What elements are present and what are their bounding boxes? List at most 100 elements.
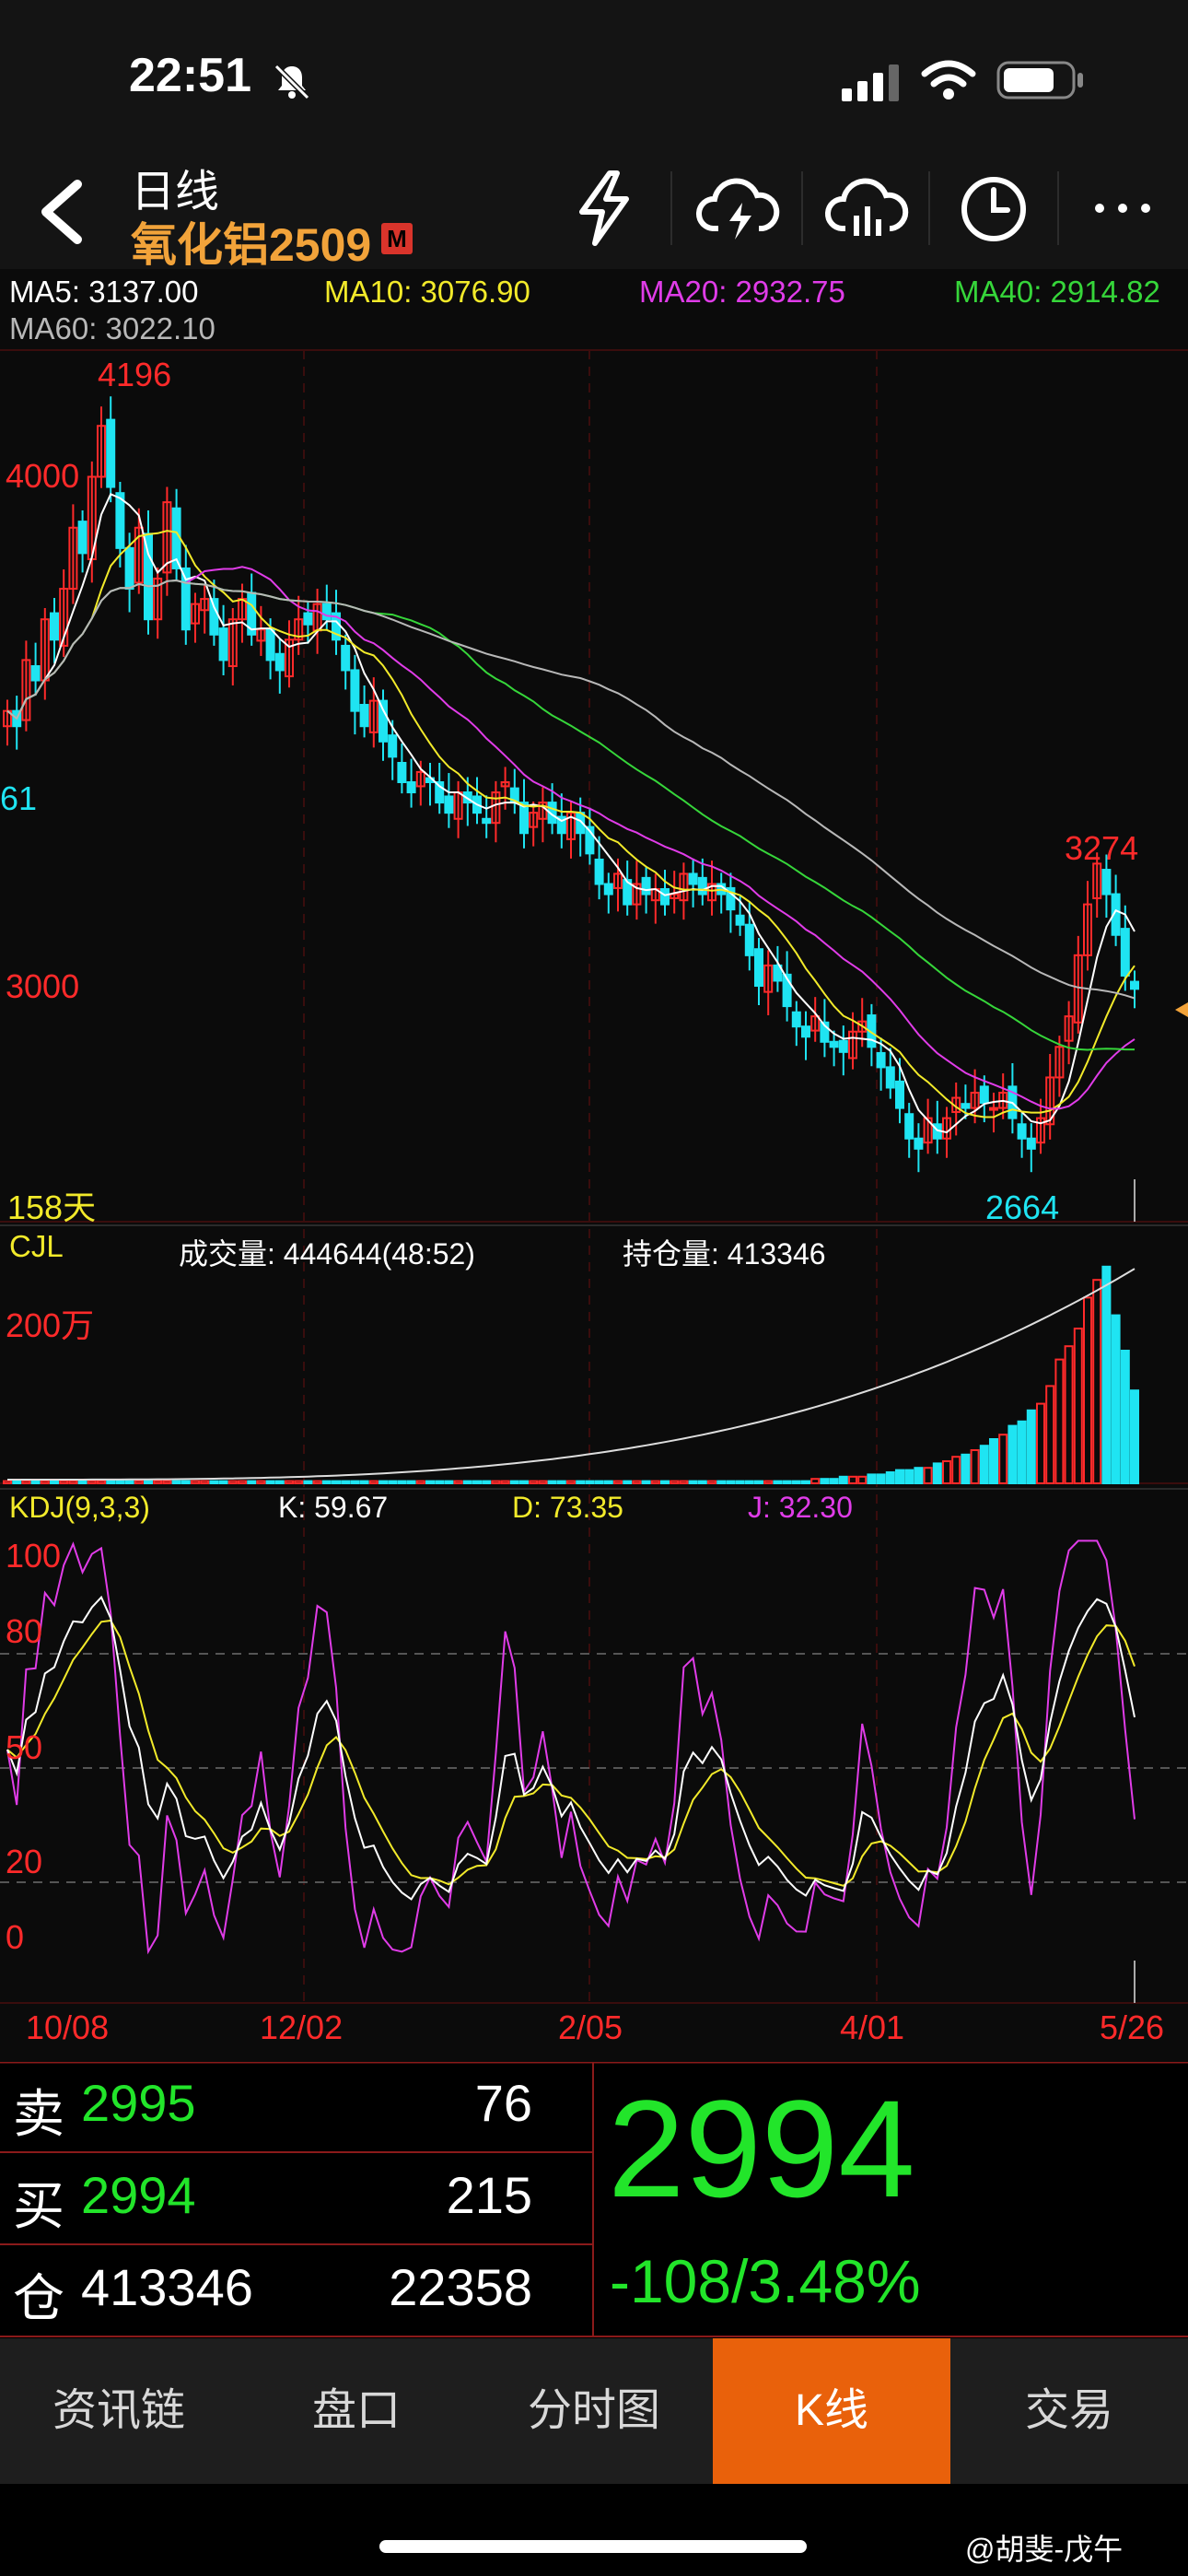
volume-bar — [472, 1480, 482, 1484]
volume-bar — [379, 1480, 388, 1484]
volume-bar — [1026, 1409, 1036, 1485]
candle-body — [754, 948, 763, 987]
cloud-lightning-icon[interactable] — [694, 175, 783, 243]
home-indicator[interactable] — [379, 2540, 807, 2553]
volume-bar — [556, 1480, 566, 1484]
date-label: 12/02 — [260, 2008, 344, 2046]
header-separator — [801, 171, 803, 245]
tab-order-book[interactable]: 盘口 — [238, 2338, 475, 2484]
candle-body — [321, 603, 332, 621]
volume-bar — [951, 1456, 961, 1484]
volume-bar — [650, 1480, 660, 1484]
volume-bar — [519, 1480, 529, 1484]
volume-bar — [30, 1480, 41, 1484]
candle-body — [829, 1040, 839, 1048]
tab-intraday[interactable]: 分时图 — [475, 2338, 713, 2484]
volume-bar — [782, 1480, 792, 1484]
volume-bar — [895, 1469, 904, 1484]
candle-body — [341, 644, 351, 672]
volume-bar — [989, 1438, 998, 1484]
volume-bar — [660, 1480, 670, 1484]
candle-body — [1026, 1137, 1036, 1150]
volume-bar — [1092, 1279, 1102, 1484]
volume-bar — [332, 1480, 341, 1484]
axis-label-4000: 4000 — [6, 457, 80, 495]
kdj-level-100: 100 — [6, 1537, 62, 1575]
volume-bar — [961, 1453, 971, 1485]
candle-body — [209, 598, 219, 636]
kline-chart[interactable] — [0, 269, 1188, 2062]
volume-bar — [613, 1480, 623, 1484]
volume-bar — [40, 1480, 50, 1484]
candle-body — [124, 546, 134, 591]
volume-bar — [134, 1480, 144, 1484]
volume-bar — [867, 1473, 877, 1485]
volume-bar — [623, 1480, 633, 1484]
volume-bar — [566, 1480, 576, 1484]
volume-bar — [594, 1480, 604, 1484]
volume-bar — [547, 1480, 557, 1484]
cloud-chart-icon[interactable] — [823, 175, 912, 243]
more-icon[interactable] — [1092, 197, 1153, 219]
volume-bar — [388, 1480, 398, 1484]
volume-bar — [162, 1480, 172, 1484]
volume-bar — [857, 1475, 868, 1485]
volume-bar — [688, 1480, 698, 1484]
volume-bar — [538, 1480, 548, 1484]
candle-body — [115, 492, 125, 549]
header-separator — [928, 171, 930, 245]
open-interest-line — [7, 1268, 1136, 1481]
volume-bar — [923, 1467, 933, 1484]
axis-label-3000: 3000 — [6, 967, 80, 1005]
axis-label-61: 61 — [0, 779, 38, 817]
volume-bar — [124, 1480, 134, 1484]
date-label: 10/08 — [26, 2008, 110, 2046]
candle-body — [274, 652, 285, 672]
lightning-icon[interactable] — [571, 170, 637, 247]
volume-bar — [707, 1480, 716, 1484]
volume-bar — [1036, 1402, 1045, 1484]
tab-kline[interactable]: K线 — [713, 2338, 950, 2484]
volume-bar — [791, 1480, 801, 1484]
volume-bar — [632, 1480, 642, 1484]
volume-bar — [321, 1480, 332, 1484]
volume-bar — [1007, 1424, 1018, 1484]
back-button[interactable] — [33, 175, 88, 249]
volume-bar — [341, 1480, 351, 1484]
volume-bar — [820, 1478, 830, 1484]
candle-body — [697, 876, 707, 896]
kdj-d-value: D: 73.35 — [512, 1491, 623, 1524]
tab-trade[interactable]: 交易 — [950, 2338, 1188, 2484]
volume-bar — [218, 1480, 228, 1484]
tab-news-chain[interactable]: 资讯链 — [0, 2338, 238, 2484]
volume-bar — [970, 1449, 980, 1484]
ma60-line — [6, 579, 1136, 1000]
volume-bar — [415, 1480, 425, 1484]
volume-scale-label: 200万 — [6, 1306, 95, 1344]
candle-body — [265, 628, 275, 662]
contract-name: 氧化铝2509 — [131, 219, 372, 271]
open-interest-value: 持仓量: 413346 — [623, 1237, 826, 1270]
candle-body — [660, 888, 670, 906]
candle-body — [77, 521, 87, 555]
volume-bar — [801, 1480, 810, 1484]
volume-bar — [885, 1471, 895, 1484]
buy-quantity: 215 — [446, 2166, 532, 2224]
volume-bar — [285, 1480, 294, 1484]
volume-bar — [763, 1480, 774, 1484]
volume-bar — [191, 1480, 200, 1484]
candle-body — [989, 1107, 998, 1111]
volume-bar — [87, 1480, 97, 1484]
volume-bar — [932, 1462, 942, 1485]
clock-icon[interactable] — [958, 173, 1030, 245]
candle-body — [744, 923, 754, 956]
volume-bar — [444, 1480, 454, 1484]
volume-bar — [754, 1480, 763, 1484]
volume-bar — [171, 1480, 181, 1484]
volume-bar — [12, 1480, 22, 1484]
price-change: -108/3.48% — [610, 2247, 921, 2315]
candle-body — [895, 1080, 904, 1109]
volume-bar — [914, 1467, 924, 1484]
volume-bar — [1064, 1345, 1074, 1484]
volume-bar — [106, 1480, 116, 1484]
